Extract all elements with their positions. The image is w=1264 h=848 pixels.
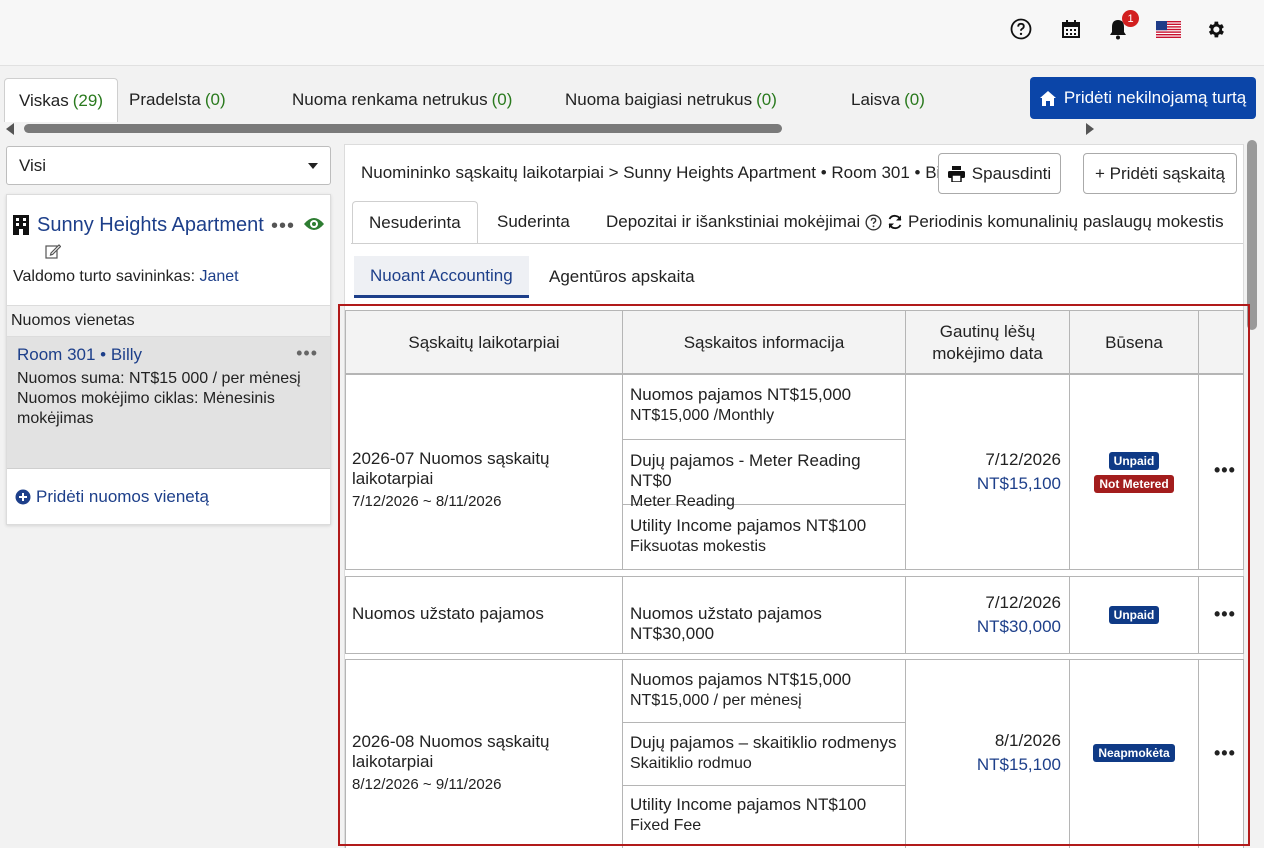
calendar-icon[interactable] — [1059, 17, 1083, 41]
tab-count: (29) — [72, 90, 103, 110]
unit-payment-cycle-cont: mokėjimas — [17, 410, 94, 427]
eye-icon[interactable] — [303, 216, 325, 232]
add-property-button[interactable]: Pridėti nekilnojamą turtą — [1030, 77, 1256, 119]
unit-name[interactable]: Room 301 • Billy — [17, 345, 320, 365]
tab-count: (0) — [904, 90, 925, 109]
rental-units-header: Nuomos vienetas — [7, 305, 330, 337]
tab-label: Suderinta — [497, 212, 570, 231]
edit-icon[interactable] — [45, 243, 61, 259]
tab-label: Nuoant Accounting — [370, 265, 513, 285]
tab-label: Periodinis komunalinių paslaugų mokestis — [908, 212, 1224, 231]
tab-agency-accounting[interactable]: Agentūros apskaita — [533, 256, 711, 298]
refresh-icon — [888, 214, 902, 230]
tab-deposits-prepayments[interactable]: Depozitai ir išankstiniai mokėjimai — [606, 212, 882, 232]
more-options-icon[interactable]: ••• — [271, 215, 295, 238]
scroll-right-arrow-icon[interactable] — [1086, 123, 1094, 135]
tab-count: (0) — [491, 90, 513, 109]
add-property-label: Pridėti nekilnojamą turtą — [1063, 88, 1247, 107]
tab-label: Viskas — [19, 90, 69, 110]
more-options-icon[interactable]: ••• — [296, 343, 318, 364]
highlight-frame — [338, 304, 1250, 846]
unit-rent-amount: Nuomos suma: NT$15 000 / per mėnesį — [17, 370, 301, 387]
tab-own-accounting[interactable]: Nuoant Accounting — [354, 256, 529, 298]
breadcrumb: Nuomininko sąskaitų laikotarpiai > Sunny… — [361, 163, 957, 182]
tab-vacant[interactable]: Laisva (0) — [851, 78, 925, 122]
unit-payment-cycle: Nuomos mokėjimo ciklas: Mėnesinis — [17, 390, 275, 407]
tab-label: Depozitai ir išankstiniai mokėjimai — [606, 212, 861, 231]
tab-overdue[interactable]: Pradelsta (0) — [129, 78, 226, 122]
scroll-left-arrow-icon[interactable] — [6, 123, 14, 135]
top-bar: 1 — [0, 0, 1264, 66]
add-rental-unit-link[interactable]: Pridėti nuomos vienetą — [15, 487, 209, 507]
property-owner: Valdomo turto savininkas: Janet — [13, 268, 239, 286]
tabs-divider — [351, 243, 1243, 244]
building-icon — [13, 215, 29, 235]
tabs-horizontal-scrollbar[interactable] — [6, 121, 1094, 137]
tab-label: Pradelsta — [129, 90, 201, 109]
tab-recurring-utility-fee[interactable]: Periodinis komunalinių paslaugų mokestis — [887, 212, 1224, 232]
bell-icon[interactable]: 1 — [1106, 10, 1139, 41]
gear-icon[interactable] — [1203, 17, 1227, 41]
tab-unreconciled[interactable]: Nesuderinta — [352, 201, 478, 244]
add-bill-button[interactable]: + Pridėti sąskaitą — [1083, 153, 1237, 194]
printer-icon — [947, 165, 965, 182]
print-button[interactable]: Spausdinti — [938, 153, 1061, 194]
property-name[interactable]: Sunny Heights Apartment — [37, 214, 264, 237]
property-title-row: Sunny Heights Apartment ••• — [13, 209, 325, 241]
print-label: Spausdinti — [971, 163, 1052, 183]
notification-count-badge: 1 — [1122, 10, 1139, 27]
add-unit-label: Pridėti nuomos vienetą — [36, 487, 209, 506]
tab-count: (0) — [204, 90, 226, 109]
owner-label: Valdomo turto savininkas: — [13, 268, 196, 285]
tab-label: Nesuderinta — [369, 213, 461, 232]
help-circle-icon[interactable] — [865, 213, 882, 231]
tab-count: (0) — [756, 90, 777, 109]
us-flag-icon[interactable] — [1155, 17, 1181, 41]
vertical-scrollbar-thumb[interactable] — [1247, 140, 1257, 330]
scrollbar-thumb[interactable] — [24, 124, 782, 133]
tab-lease-ending-soon[interactable]: Nuoma baigiasi netrukus (0) — [565, 78, 777, 122]
plus-circle-icon — [15, 489, 31, 505]
tab-label: Agentūros apskaita — [549, 267, 695, 286]
help-circle-icon[interactable] — [1009, 17, 1033, 41]
house-icon — [1039, 90, 1056, 106]
tab-all[interactable]: Viskas (29) — [4, 78, 118, 122]
tab-rent-due-soon[interactable]: Nuoma renkama netrukus (0) — [292, 78, 512, 122]
rental-unit-item[interactable]: Room 301 • Billy ••• Nuomos suma: NT$15 … — [7, 337, 330, 469]
tab-label: Nuoma renkama netrukus — [292, 90, 488, 109]
owner-name[interactable]: Janet — [199, 268, 238, 285]
tab-label: Nuoma baigiasi netrukus — [565, 90, 753, 109]
tab-reconciled[interactable]: Suderinta — [497, 212, 570, 232]
property-card: Sunny Heights Apartment ••• Valdomo turt… — [6, 194, 331, 525]
filter-selected-value: Visi — [19, 155, 47, 175]
tab-label: Laisva — [851, 90, 901, 109]
chevron-down-icon — [308, 163, 318, 169]
property-filter-select[interactable]: Visi — [6, 146, 331, 185]
